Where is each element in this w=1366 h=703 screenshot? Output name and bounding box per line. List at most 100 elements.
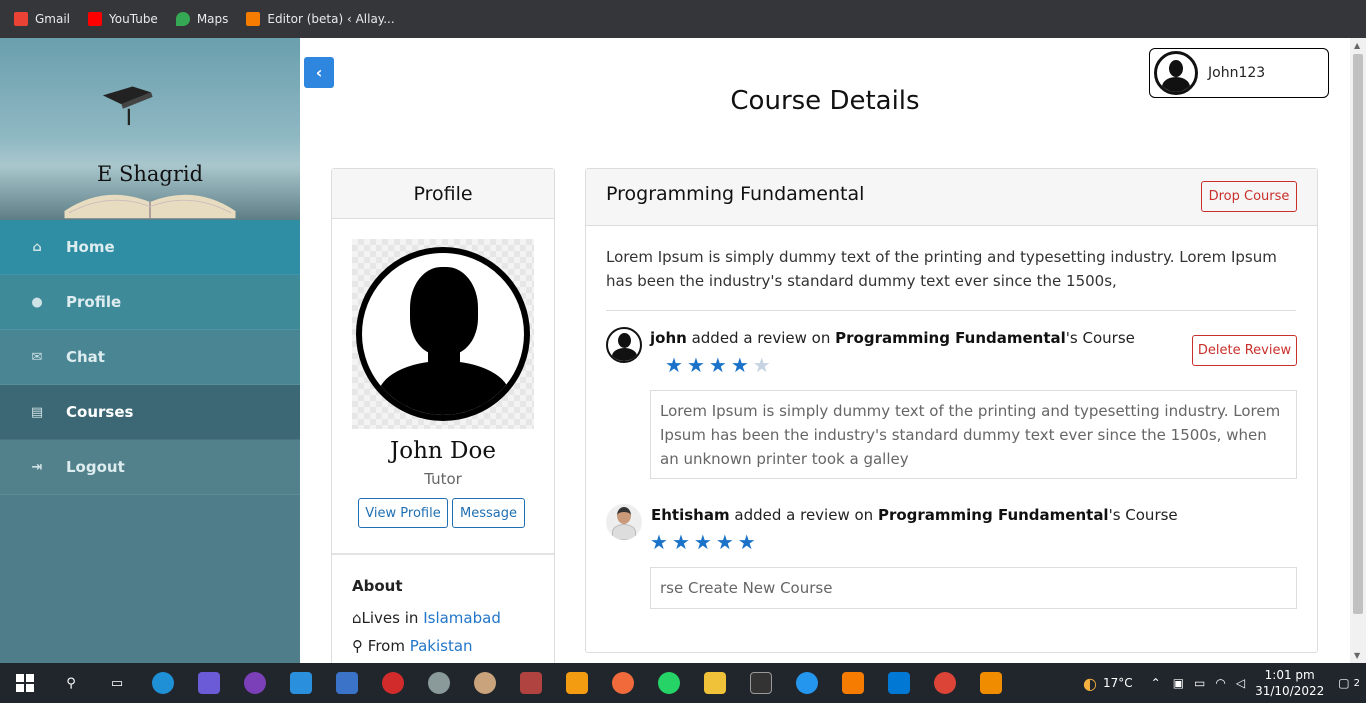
sidebar-hero: E Shagrid (0, 38, 300, 220)
sidebar-item-chat[interactable]: ✉ Chat (0, 330, 300, 385)
page-title: Course Details (730, 86, 920, 116)
clock[interactable]: 1:01 pm 31/10/2022 (1255, 667, 1324, 699)
reviewer-name: Ehtisham (651, 506, 730, 524)
sidebar-item-label: Profile (66, 293, 122, 311)
app-icon[interactable] (428, 672, 450, 694)
divider (332, 553, 554, 555)
home-icon: ⌂ (352, 609, 362, 627)
clock-time: 1:01 pm (1264, 668, 1315, 682)
maps-icon (175, 12, 190, 26)
star-icon: ★ (715, 530, 734, 554)
chrome-icon[interactable] (934, 672, 956, 694)
scroll-up-icon[interactable]: ▲ (1354, 41, 1360, 50)
sublime-icon[interactable] (566, 672, 588, 694)
bookmark-label: YouTube (109, 12, 158, 26)
course-card: Programming Fundamental Drop Course Lore… (585, 168, 1318, 653)
review-header: Ehtisham added a review on Programming F… (651, 506, 1178, 524)
bookmark-editor[interactable]: Editor (beta) ‹ Allay... (246, 12, 395, 26)
view-profile-button[interactable]: View Profile (358, 498, 448, 528)
sidebar-item-label: Courses (66, 403, 134, 421)
system-tray: ◐ 17°C ⌃ ▣ ▭ ◠ ◁ 1:01 pm 31/10/2022 ▢ 2 (1083, 663, 1366, 703)
drop-course-button[interactable]: Drop Course (1201, 181, 1297, 212)
back-button[interactable]: ‹ (304, 57, 334, 88)
search-icon[interactable]: ⚲ (60, 672, 82, 694)
vscode-icon[interactable] (888, 672, 910, 694)
book-icon: ▤ (30, 404, 44, 420)
chat-icon: ✉ (31, 349, 43, 365)
chevron-left-icon: ‹ (315, 63, 323, 82)
city-link[interactable]: Islamabad (423, 609, 501, 627)
review-suffix: 's Course (1065, 329, 1135, 347)
paint-icon[interactable] (520, 672, 542, 694)
page-scrollbar[interactable]: ▲ ▼ (1350, 38, 1366, 663)
vlc-icon[interactable] (980, 672, 1002, 694)
record-icon[interactable] (382, 672, 404, 694)
bookmark-label: Gmail (35, 12, 71, 26)
lives-prefix: Lives in (361, 609, 419, 627)
xampp-icon[interactable] (842, 672, 864, 694)
bookmark-youtube[interactable]: YouTube (88, 12, 158, 26)
sidebar-item-label: Home (66, 238, 115, 256)
star-icon: ★ (693, 530, 712, 554)
sidebar-item-courses[interactable]: ▤ Courses (0, 385, 300, 440)
review-rating: ★ ★ ★ ★ ★ (650, 531, 756, 553)
bookmarks-bar: Gmail YouTube Maps Editor (beta) ‹ Allay… (0, 0, 1366, 38)
store-icon[interactable] (336, 672, 358, 694)
star-icon: ★ (730, 353, 749, 377)
profile-card-title: Profile (332, 169, 554, 219)
sidebar-nav: ⌂ Home ● Profile ✉ Chat ▤ Courses ⇥ Logo… (0, 220, 300, 495)
reviewer-avatar (606, 327, 642, 363)
user-menu[interactable]: John123 (1149, 48, 1329, 98)
youtube-icon (88, 12, 103, 26)
map-marker-icon: ⚲ (352, 637, 363, 655)
reviewer-name: john (650, 329, 687, 347)
star-icon: ★ (671, 530, 690, 554)
wifi-icon[interactable]: ◠ (1215, 676, 1225, 690)
weather-icon[interactable]: ◐ (1083, 674, 1097, 693)
sidebar-item-home[interactable]: ⌂ Home (0, 220, 300, 275)
delete-review-button[interactable]: Delete Review (1192, 335, 1297, 366)
user-icon: ● (31, 294, 43, 310)
profile-card: Profile John Doe Tutor View Profile Mess… (331, 168, 555, 668)
star-icon: ★ (708, 353, 727, 377)
folder-icon[interactable] (704, 672, 726, 694)
message-button[interactable]: Message (452, 498, 525, 528)
review-rating: ★ ★ ★ ★ ★ (665, 354, 771, 376)
whatsapp-icon[interactable] (658, 672, 680, 694)
weather-temp[interactable]: 17°C (1103, 676, 1133, 690)
battery-icon[interactable]: ▭ (1194, 676, 1205, 690)
windows-start-icon[interactable] (14, 672, 36, 694)
gmail-icon (14, 12, 28, 26)
star-icon: ★ (686, 353, 705, 377)
volume-icon[interactable]: ◁ (1236, 676, 1245, 690)
github-icon[interactable] (244, 672, 266, 694)
bookmark-label: Editor (beta) ‹ Allay... (267, 12, 395, 26)
book-logo-icon (102, 86, 153, 126)
sidebar-item-profile[interactable]: ● Profile (0, 275, 300, 330)
bookmark-maps[interactable]: Maps (175, 12, 228, 26)
terminal-icon[interactable] (750, 672, 772, 694)
task-view-icon[interactable]: ▭ (106, 672, 128, 694)
divider (606, 310, 1296, 311)
avatar-icon (356, 247, 530, 421)
country-link[interactable]: Pakistan (410, 637, 473, 655)
postman-icon[interactable] (612, 672, 634, 694)
reviewer-avatar (606, 504, 642, 540)
review-text: Lorem Ipsum is simply dummy text of the … (650, 390, 1297, 479)
docker-icon[interactable] (796, 672, 818, 694)
logout-icon: ⇥ (31, 459, 43, 475)
chevron-up-icon[interactable]: ⌃ (1151, 676, 1161, 690)
mail-icon[interactable] (290, 672, 312, 694)
about-from: ⚲ From Pakistan (352, 637, 473, 655)
app-icon[interactable] (474, 672, 496, 694)
scrollbar-thumb[interactable] (1353, 54, 1363, 614)
profile-role: Tutor (424, 470, 462, 488)
review-suffix: 's Course (1108, 506, 1178, 524)
bookmark-gmail[interactable]: Gmail (14, 12, 70, 26)
scroll-down-icon[interactable]: ▼ (1354, 651, 1360, 660)
network-icon[interactable]: ▣ (1173, 676, 1184, 690)
notification-icon[interactable]: ▢ (1338, 676, 1349, 690)
app-icon[interactable] (198, 672, 220, 694)
sidebar-item-logout[interactable]: ⇥ Logout (0, 440, 300, 495)
edge-icon[interactable] (152, 672, 174, 694)
